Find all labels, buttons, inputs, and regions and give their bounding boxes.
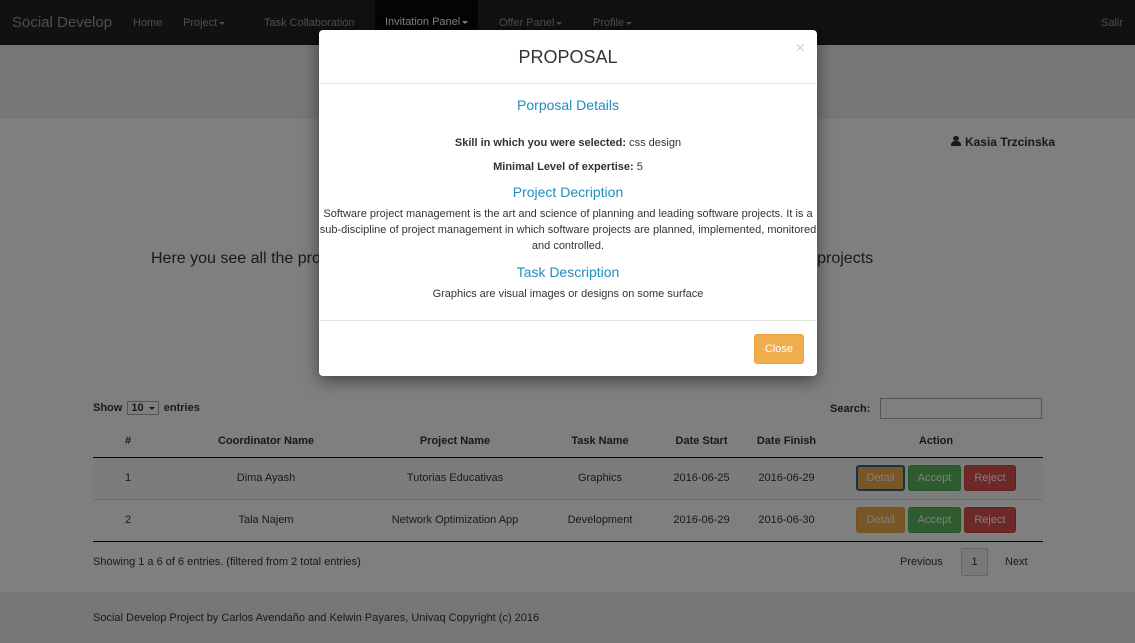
project-description-text: Software project management is the art a…: [319, 208, 817, 252]
modal-header: PROPOSAL ×: [319, 30, 817, 84]
task-description-heading: Task Description: [516, 264, 620, 280]
skill-value: css design: [629, 137, 682, 149]
level-value: 5: [636, 161, 643, 173]
task-description-text: Graphics are visual images or designs on…: [432, 288, 704, 300]
modal-body: Porposal Details Skill in which you were…: [319, 84, 817, 321]
skill-label: Skill in which you were selected:: [454, 137, 627, 149]
close-icon[interactable]: ×: [796, 40, 805, 58]
proposal-details-heading: Porposal Details: [517, 97, 619, 113]
modal-footer: Close: [319, 321, 817, 375]
proposal-modal: PROPOSAL × Porposal Details Skill in whi…: [319, 30, 817, 376]
close-button[interactable]: Close: [753, 334, 804, 364]
modal-title: PROPOSAL: [518, 47, 618, 67]
skill-line: Skill in which you were selected: css de…: [319, 135, 817, 151]
level-label: Minimal Level of expertise:: [493, 161, 634, 173]
level-line: Minimal Level of expertise: 5: [319, 159, 817, 175]
project-description-heading: Project Decription: [512, 184, 624, 200]
